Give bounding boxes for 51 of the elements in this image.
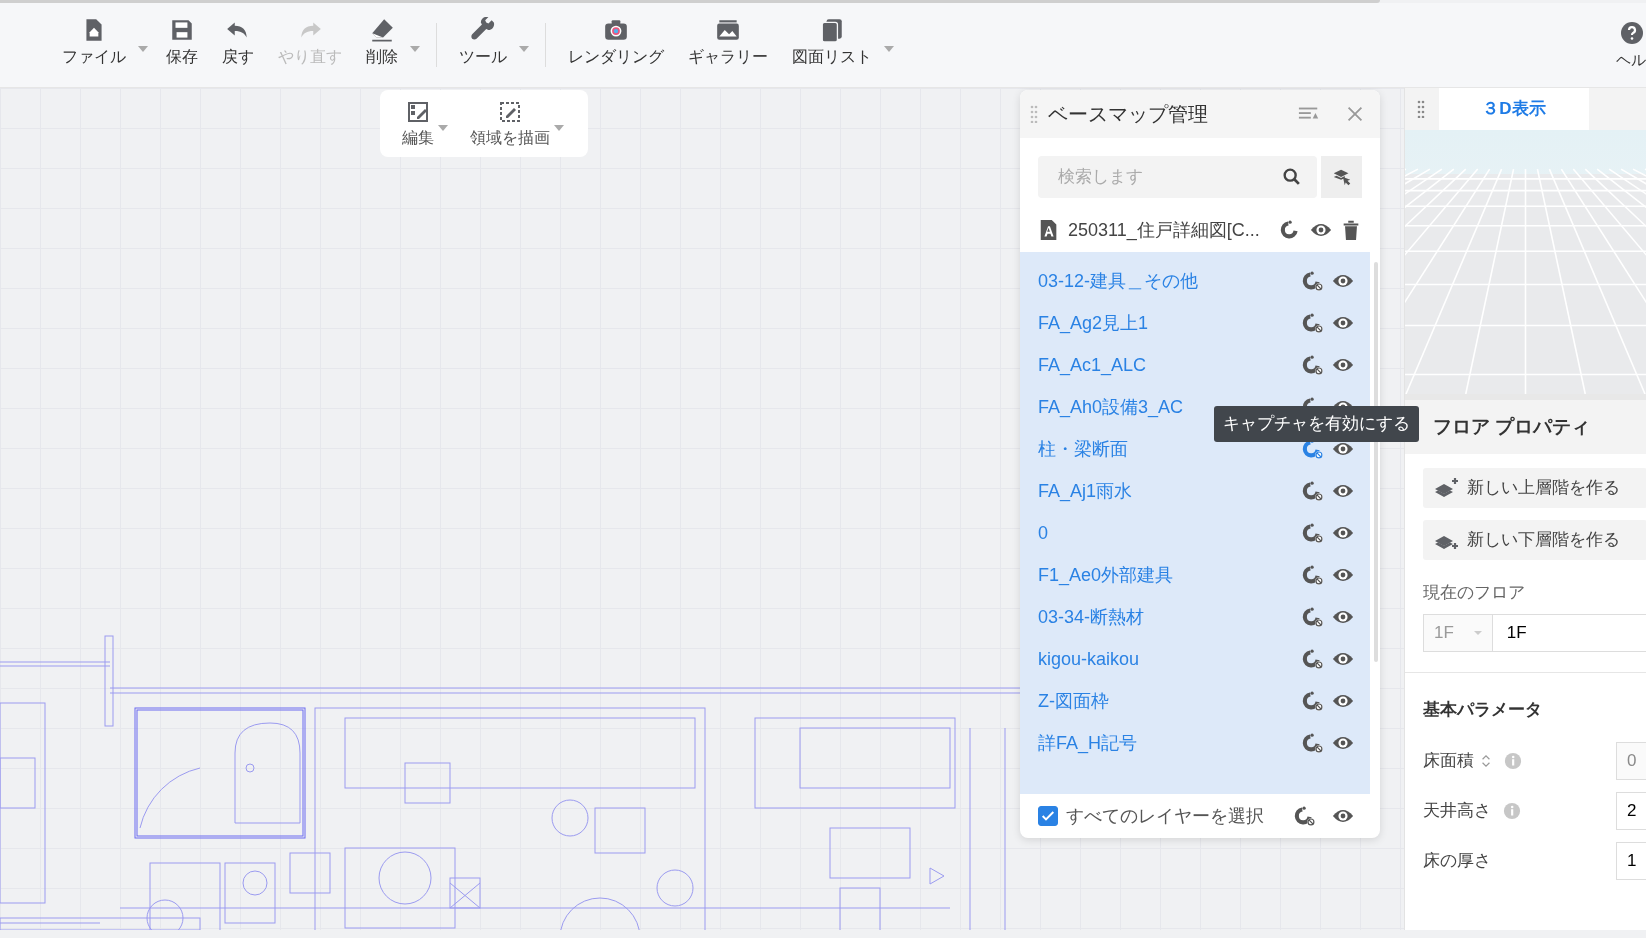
magnet-icon[interactable] — [1302, 312, 1324, 334]
magnet-icon[interactable] — [1302, 690, 1324, 712]
toolbar-button[interactable]: 戻す — [210, 3, 266, 67]
floor-name-field[interactable]: 1F — [1492, 613, 1646, 652]
layer-add-icon — [1433, 477, 1459, 499]
magnet-icon[interactable] — [1294, 805, 1316, 827]
toolbar-button[interactable]: 保存 — [154, 3, 210, 67]
camera-icon — [603, 17, 629, 43]
toolbar-button[interactable]: ツール — [447, 3, 519, 67]
layer-select-button[interactable] — [1321, 156, 1362, 198]
magnet-icon[interactable] — [1302, 606, 1324, 628]
eraser-icon — [369, 17, 395, 43]
drag-handle-icon[interactable] — [1417, 100, 1425, 118]
drag-handle-icon[interactable] — [1030, 105, 1038, 123]
toolbar-button[interactable]: 編集 — [398, 98, 438, 150]
field-label: 床面積 — [1423, 750, 1474, 773]
section-title: 基本パラメータ — [1405, 671, 1646, 736]
magnet-icon[interactable] — [1302, 648, 1324, 670]
toolbar-button[interactable]: ファイル — [50, 3, 138, 67]
panel-title: ベースマップ管理 — [1048, 102, 1209, 127]
new-floor-button[interactable]: 新しい上層階を作る — [1423, 468, 1646, 508]
toolbar-button[interactable]: レンダリング — [556, 3, 676, 67]
parameter-field[interactable]: 2 — [1616, 792, 1646, 830]
search-field[interactable]: 検索します — [1038, 156, 1317, 198]
toolbar-button[interactable]: 領域を描画 — [466, 98, 554, 150]
checkbox[interactable] — [1038, 806, 1058, 826]
help-icon[interactable] — [1620, 21, 1644, 45]
magnet-icon[interactable] — [1302, 270, 1324, 292]
search-input[interactable]: 検索します — [1056, 163, 1281, 191]
toolbar-button[interactable]: ギャラリー — [676, 3, 780, 67]
file-name: 250311_住戸詳細図[C... — [1068, 218, 1261, 243]
documents-icon — [819, 17, 845, 43]
caret-icon — [1473, 630, 1482, 635]
dashed-area-icon — [498, 100, 522, 124]
field-label: 床の厚さ — [1423, 850, 1491, 873]
toolbar-button[interactable]: 図面リスト — [780, 3, 884, 67]
parameter-field[interactable]: 1 — [1616, 842, 1646, 880]
field-label: 天井高さ — [1423, 800, 1491, 823]
tab[interactable]: ３D表示 — [1439, 88, 1589, 130]
image-icon — [715, 17, 741, 43]
magnet-icon[interactable] — [1302, 354, 1324, 376]
new-floor-button[interactable]: 新しい下層階を作る — [1423, 520, 1646, 560]
magnet-icon[interactable] — [1302, 732, 1324, 754]
magnet-icon[interactable] — [1302, 480, 1324, 502]
magnet-icon[interactable] — [1302, 522, 1324, 544]
help-label[interactable]: ヘル — [1616, 49, 1646, 72]
field-label: 現在のフロア — [1422, 582, 1526, 604]
grid-edit-icon — [406, 100, 430, 124]
toolbar-button[interactable]: 削除 — [354, 3, 410, 67]
checkbox-label[interactable]: すべてのレイヤーを選択 — [1066, 802, 1286, 830]
magnet-icon[interactable] — [1302, 564, 1324, 586]
